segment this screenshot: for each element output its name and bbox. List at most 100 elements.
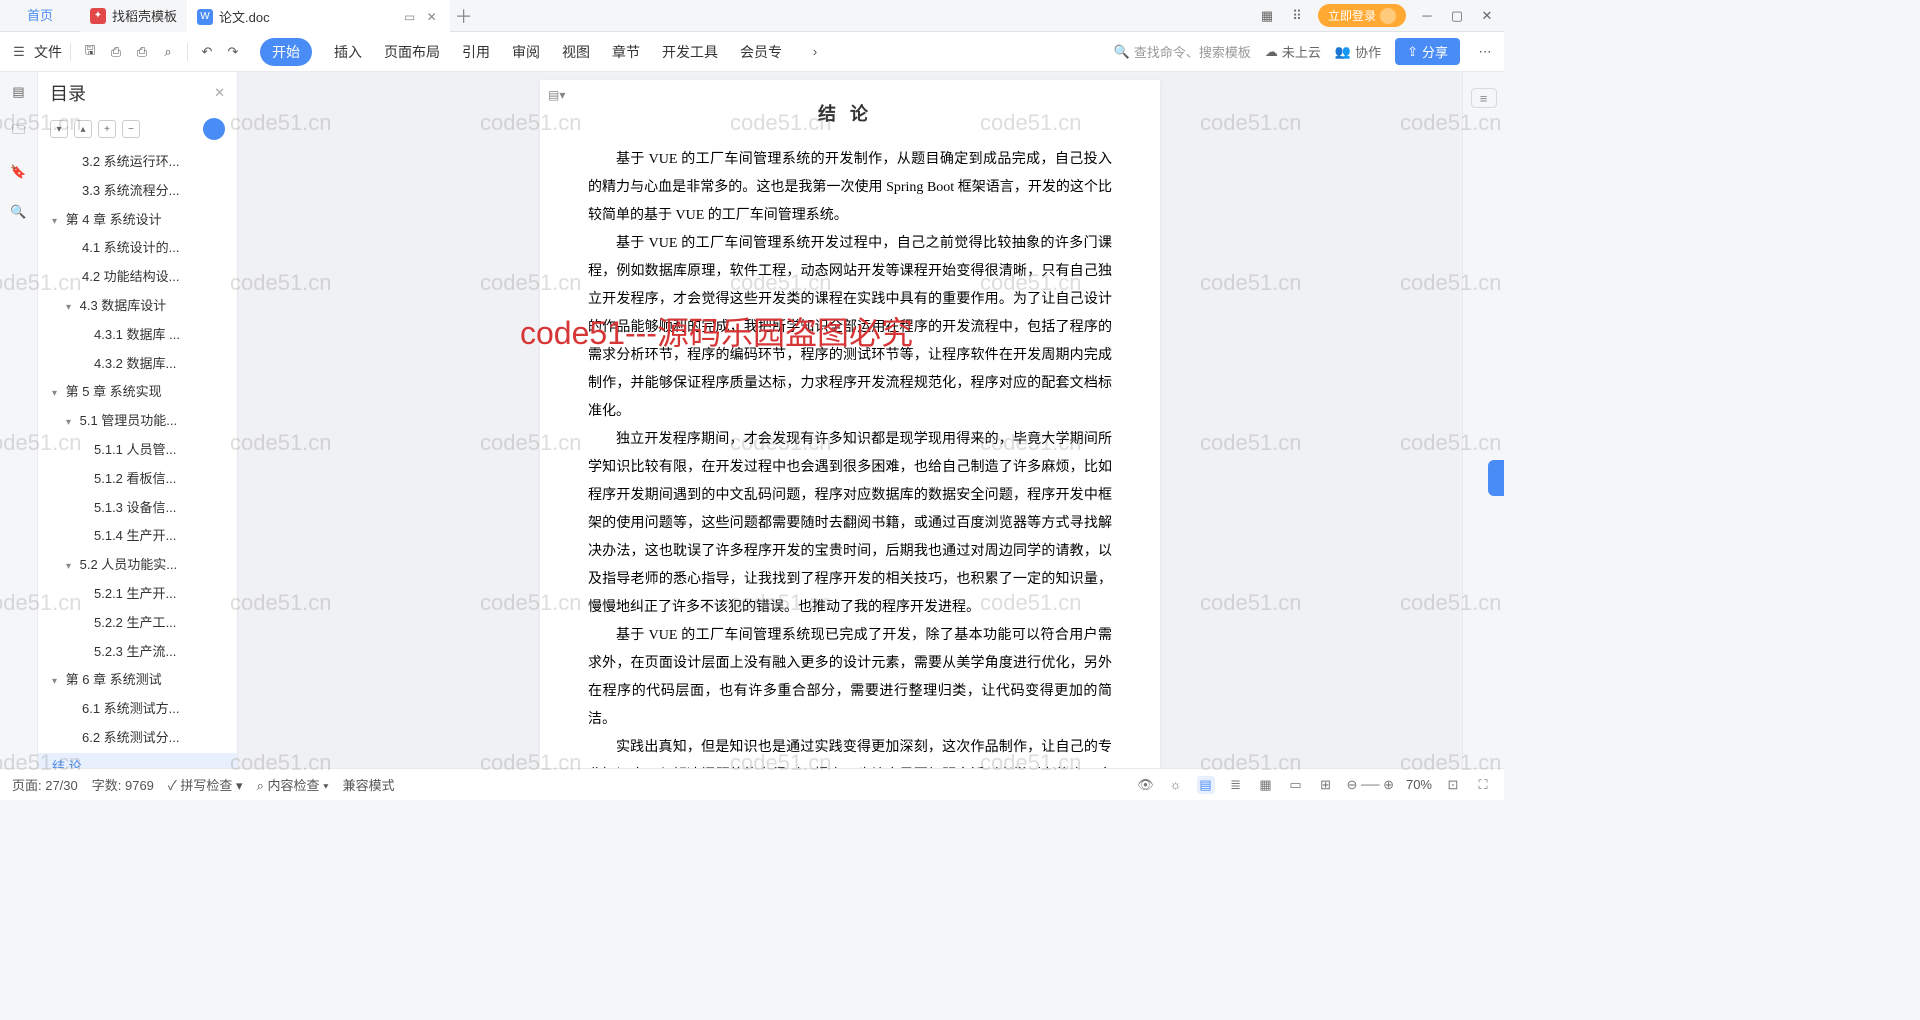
files-icon[interactable]: 🗀 xyxy=(9,122,29,142)
print-icon[interactable]: ⎙ xyxy=(131,41,153,63)
maximize-icon[interactable]: ▢ xyxy=(1448,7,1466,25)
fit-icon[interactable]: ⊡ xyxy=(1444,776,1462,794)
content-check[interactable]: ⌕ 内容检查 ▾ xyxy=(257,775,329,794)
sun-icon[interactable]: ☼ xyxy=(1167,776,1185,794)
doc-paragraph: 独立开发程序期间，才会发现有许多知识都是现学现用得来的，毕竟大学期间所学知识比较… xyxy=(588,426,1112,622)
document-page: ▤▾ 结论 基于 VUE 的工厂车间管理系统的开发制作，从题目确定到成品完成，自… xyxy=(540,80,1160,768)
page-tool-icon[interactable]: ▤▾ xyxy=(548,88,565,102)
statusbar: 页面: 27/30 字数: 9769 ✓ 拼写检查 ▾ ⌕ 内容检查 ▾ 兼容模… xyxy=(0,768,1504,800)
sparkle-icon: ✦ xyxy=(90,8,106,24)
hamburger-icon[interactable]: ☰ xyxy=(8,41,30,63)
eye-icon[interactable]: 👁 xyxy=(1137,776,1155,794)
share-button[interactable]: ⇪分享 xyxy=(1395,38,1460,65)
outline-toolbar: ▾ ▴ + − xyxy=(38,114,237,144)
outline-item[interactable]: 4.2 功能结构设... xyxy=(38,263,237,292)
outline-item[interactable]: ▾ 第 4 章 系统设计 xyxy=(38,206,237,235)
tab-dev[interactable]: 开发工具 xyxy=(662,40,718,64)
outline-item[interactable]: 3.3 系统流程分... xyxy=(38,177,237,206)
tab-vip[interactable]: 会员专 xyxy=(740,40,782,64)
outline-item[interactable]: 4.1 系统设计的... xyxy=(38,234,237,263)
outline-item[interactable]: 5.2.2 生产工... xyxy=(38,609,237,638)
outline-item[interactable]: ▾ 4.3 数据库设计 xyxy=(38,292,237,321)
outline-item[interactable]: ▾ 5.1 管理员功能... xyxy=(38,407,237,436)
people-icon: 👥 xyxy=(1335,44,1351,60)
close-icon[interactable]: ✕ xyxy=(424,9,440,25)
outline-item[interactable]: 结 论 xyxy=(38,753,237,768)
chevron-right-icon[interactable]: › xyxy=(804,41,826,63)
read-view-icon[interactable]: ▭ xyxy=(1287,776,1305,794)
outline-item[interactable]: 6.1 系统测试方... xyxy=(38,695,237,724)
grid-view-icon[interactable]: ⊞ xyxy=(1317,776,1335,794)
bookmark-icon[interactable]: 🔖 xyxy=(9,162,29,182)
right-rail: ≡ xyxy=(1462,72,1504,768)
chat-bubble-icon[interactable] xyxy=(203,118,225,140)
outline-item[interactable]: ▾ 5.2 人员功能实... xyxy=(38,551,237,580)
page-view-icon[interactable]: ▤ xyxy=(1197,776,1215,794)
tab-home[interactable]: 首页 xyxy=(0,0,80,32)
zoom-slider[interactable]: ⊖ ── ⊕ xyxy=(1347,777,1394,793)
collapse-panel-icon[interactable]: ≡ xyxy=(1471,88,1497,108)
expand-all-icon[interactable]: ▴ xyxy=(74,120,92,138)
search-input[interactable]: 🔍查找命令、搜索模板 xyxy=(1114,42,1251,61)
undo-icon[interactable]: ↶ xyxy=(196,41,218,63)
layout-grid-icon[interactable]: ▦ xyxy=(1258,7,1276,25)
outline-item[interactable]: 5.2.1 生产开... xyxy=(38,580,237,609)
close-icon[interactable]: ✕ xyxy=(214,85,225,101)
outline-item[interactable]: 4.3.2 数据库... xyxy=(38,350,237,379)
cloud-status[interactable]: ☁未上云 xyxy=(1265,42,1321,61)
tab-template[interactable]: ✦ 找稻壳模板 xyxy=(80,0,187,32)
outline-item[interactable]: ▾ 第 5 章 系统实现 xyxy=(38,378,237,407)
spellcheck-toggle[interactable]: ✓ 拼写检查 ▾ xyxy=(168,775,243,794)
outline-panel: 目录 ✕ ▾ ▴ + − 3.2 系统运行环...3.3 系统流程分...▾ 第… xyxy=(38,72,238,768)
outline-item[interactable]: 5.1.2 看板信... xyxy=(38,465,237,494)
tab-view[interactable]: 视图 xyxy=(562,40,590,64)
search-panel-icon[interactable]: 🔍 xyxy=(9,202,29,222)
tab-start[interactable]: 开始 xyxy=(260,38,312,66)
redo-icon[interactable]: ↷ xyxy=(222,41,244,63)
tab-review[interactable]: 审阅 xyxy=(512,40,540,64)
web-view-icon[interactable]: ▦ xyxy=(1257,776,1275,794)
outline-item[interactable]: 5.2.3 生产流... xyxy=(38,638,237,667)
outline-item[interactable]: 5.1.4 生产开... xyxy=(38,522,237,551)
fullscreen-icon[interactable]: ⛶ xyxy=(1474,776,1492,794)
login-button[interactable]: 立即登录 xyxy=(1318,4,1406,27)
document-viewport[interactable]: ▤▾ 结论 基于 VUE 的工厂车间管理系统的开发制作，从题目确定到成品完成，自… xyxy=(238,72,1462,768)
tab-ref[interactable]: 引用 xyxy=(462,40,490,64)
zoom-value[interactable]: 70% xyxy=(1406,777,1432,792)
outline-item[interactable]: 6.2 系统测试分... xyxy=(38,724,237,753)
tab-chapter[interactable]: 章节 xyxy=(612,40,640,64)
collab-button[interactable]: 👥协作 xyxy=(1335,42,1381,61)
outline-tree[interactable]: 3.2 系统运行环...3.3 系统流程分...▾ 第 4 章 系统设计4.1 … xyxy=(38,144,237,768)
outline-item[interactable]: ▾ 第 6 章 系统测试 xyxy=(38,666,237,695)
word-count[interactable]: 字数: 9769 xyxy=(92,775,154,794)
more-icon[interactable]: ⋯ xyxy=(1474,41,1496,63)
outline-icon[interactable]: ▤ xyxy=(9,82,29,102)
add-icon[interactable]: + xyxy=(98,120,116,138)
tab-layout[interactable]: 页面布局 xyxy=(384,40,440,64)
page-indicator[interactable]: 页面: 27/30 xyxy=(12,775,78,794)
tab-insert[interactable]: 插入 xyxy=(334,40,362,64)
close-window-icon[interactable]: ✕ xyxy=(1478,7,1496,25)
outline-item[interactable]: 4.3.1 数据库 ... xyxy=(38,321,237,350)
word-doc-icon: W xyxy=(197,9,213,25)
remove-icon[interactable]: − xyxy=(122,120,140,138)
preview-icon[interactable]: ⌕ xyxy=(157,41,179,63)
new-tab-button[interactable]: ＋ xyxy=(450,3,478,29)
compat-mode: 兼容模式 xyxy=(343,775,395,794)
outline-item[interactable]: 5.1.3 设备信... xyxy=(38,494,237,523)
side-tab-handle[interactable] xyxy=(1488,460,1504,496)
apps-icon[interactable]: ⠿ xyxy=(1288,7,1306,25)
share-icon: ⇪ xyxy=(1407,44,1418,60)
save-icon[interactable]: 🖫 xyxy=(79,41,101,63)
outline-view-icon[interactable]: ≣ xyxy=(1227,776,1245,794)
tab-window-icon[interactable]: ▭ xyxy=(402,9,418,25)
file-menu[interactable]: 文件 xyxy=(34,42,62,62)
outline-item[interactable]: 3.2 系统运行环... xyxy=(38,148,237,177)
tab-document[interactable]: W 论文.doc ▭ ✕ xyxy=(187,0,450,32)
outline-item[interactable]: 5.1.1 人员管... xyxy=(38,436,237,465)
doc-heading: 结论 xyxy=(588,100,1112,126)
tab-label: 找稻壳模板 xyxy=(112,6,177,25)
collapse-all-icon[interactable]: ▾ xyxy=(50,120,68,138)
minimize-icon[interactable]: ─ xyxy=(1418,7,1436,25)
export-icon[interactable]: ⎙ xyxy=(105,41,127,63)
